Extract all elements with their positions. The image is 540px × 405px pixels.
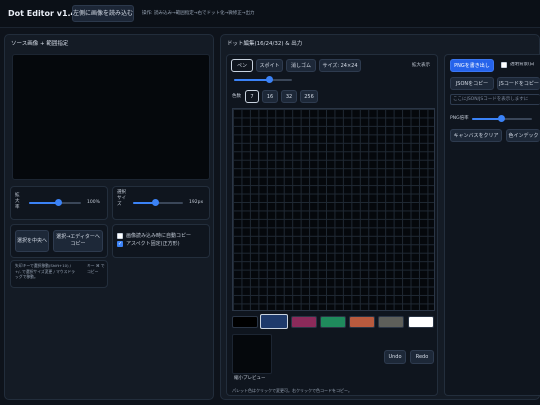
zoom-slider-fill <box>29 202 58 204</box>
output-textarea[interactable]: ここにJSON/JSコードを表示しますに <box>450 94 540 105</box>
top-bar: Dot Editor v1.4.1 左側に画像を読み込む 操作: 読み込み→範囲… <box>0 0 540 28</box>
color-index-button[interactable]: 色インデック <box>506 129 540 142</box>
select-size-value: 192px <box>189 200 204 205</box>
color-count-32[interactable]: 32 <box>281 90 297 103</box>
keys-help-box: 矢印キーで選択移動(Shift+10) / +/- で選択サイズ変更 / マウス… <box>10 260 108 288</box>
zoom-value: 100% <box>87 200 100 205</box>
keys-help-text: 矢印キーで選択移動(Shift+10) / +/- で選択サイズ変更 / マウス… <box>15 263 75 279</box>
undo-button[interactable]: Undo <box>384 350 406 364</box>
palette-swatch[interactable] <box>291 316 317 328</box>
clear-canvas-button[interactable]: キャンバスをクリア <box>450 129 502 142</box>
pen-tool-button[interactable]: ペン <box>231 59 253 72</box>
color-count-7[interactable]: 7 <box>245 90 259 103</box>
transparent-bg-label: 透明背景(白 <box>510 62 535 67</box>
palette-swatch[interactable] <box>349 316 375 328</box>
instructions-text: 操作: 読み込み→範囲指定→右でドット化→微修正→出力 <box>142 11 255 16</box>
zoom-control: 拡大率 100% <box>10 186 108 220</box>
eraser-tool-button[interactable]: 消しゴム <box>286 59 316 72</box>
aspect-lock-label: アスペクト固定(正方形) <box>126 241 180 247</box>
png-export-button[interactable]: PNGを書き出し <box>450 59 494 72</box>
source-image-canvas[interactable] <box>12 54 210 180</box>
fit-selection-button[interactable]: 選択を中央へ <box>15 230 49 252</box>
select-size-label: 選択サイズ <box>117 190 126 207</box>
brush-slider[interactable] <box>234 76 292 83</box>
zoom-slider[interactable] <box>29 199 81 206</box>
key-hint-text: キー ⌘ でコピー <box>87 263 105 274</box>
palette-hint: パレット色はクリックで変更可。右クリックで色コードをコピー。 <box>232 388 352 393</box>
load-image-button[interactable]: 左側に画像を読み込む <box>72 5 134 22</box>
aspect-lock-checkbox[interactable]: ✓ <box>117 241 123 247</box>
eyedropper-tool-button[interactable]: スポイト <box>256 59 283 72</box>
dot-grid-canvas[interactable] <box>232 108 435 311</box>
source-panel-title: ソース画像 + 範囲指定 <box>11 41 69 47</box>
copy-to-editor-button[interactable]: 選択→エディターへコピー <box>53 230 103 252</box>
color-count-256[interactable]: 256 <box>300 90 318 103</box>
mini-preview <box>232 334 272 374</box>
copy-js-button[interactable]: JSコードをコピー <box>497 77 540 90</box>
copy-json-button[interactable]: JSONをコピー <box>450 77 494 90</box>
png-scale-label: PNG倍率 <box>450 116 469 121</box>
transparent-bg-checkbox[interactable] <box>501 62 507 68</box>
palette-swatch[interactable] <box>408 316 434 328</box>
dot-editor-title: ドット編集(16/24/32) & 出力 <box>227 41 303 47</box>
zoom-slider-knob[interactable] <box>55 199 62 206</box>
select-size-control: 選択サイズ 192px <box>112 186 210 220</box>
color-count-label: 色数 <box>232 94 241 99</box>
palette-swatch-selected[interactable] <box>260 314 288 329</box>
output-box <box>444 54 540 396</box>
preview-label: 縮小プレビュー <box>234 376 266 381</box>
brush-slider-knob[interactable] <box>266 76 273 83</box>
png-scale-slider-knob[interactable] <box>498 115 505 122</box>
palette-swatch[interactable] <box>232 316 258 328</box>
zoom-display-label: 拡大表示 <box>412 63 430 68</box>
palette-swatch[interactable] <box>320 316 346 328</box>
png-scale-slider[interactable] <box>472 115 532 122</box>
auto-copy-checkbox[interactable] <box>117 233 123 239</box>
select-size-slider-knob[interactable] <box>152 199 159 206</box>
size-button[interactable]: サイズ: 24×24 <box>319 59 361 72</box>
color-count-16[interactable]: 16 <box>262 90 278 103</box>
select-size-slider[interactable] <box>133 199 183 206</box>
palette-swatch[interactable] <box>378 316 404 328</box>
zoom-label: 拡大率 <box>15 193 20 210</box>
brush-slider-fill <box>234 79 269 81</box>
redo-button[interactable]: Redo <box>410 350 434 364</box>
auto-copy-label: 画像読み込み時に自動コピー <box>126 233 192 239</box>
